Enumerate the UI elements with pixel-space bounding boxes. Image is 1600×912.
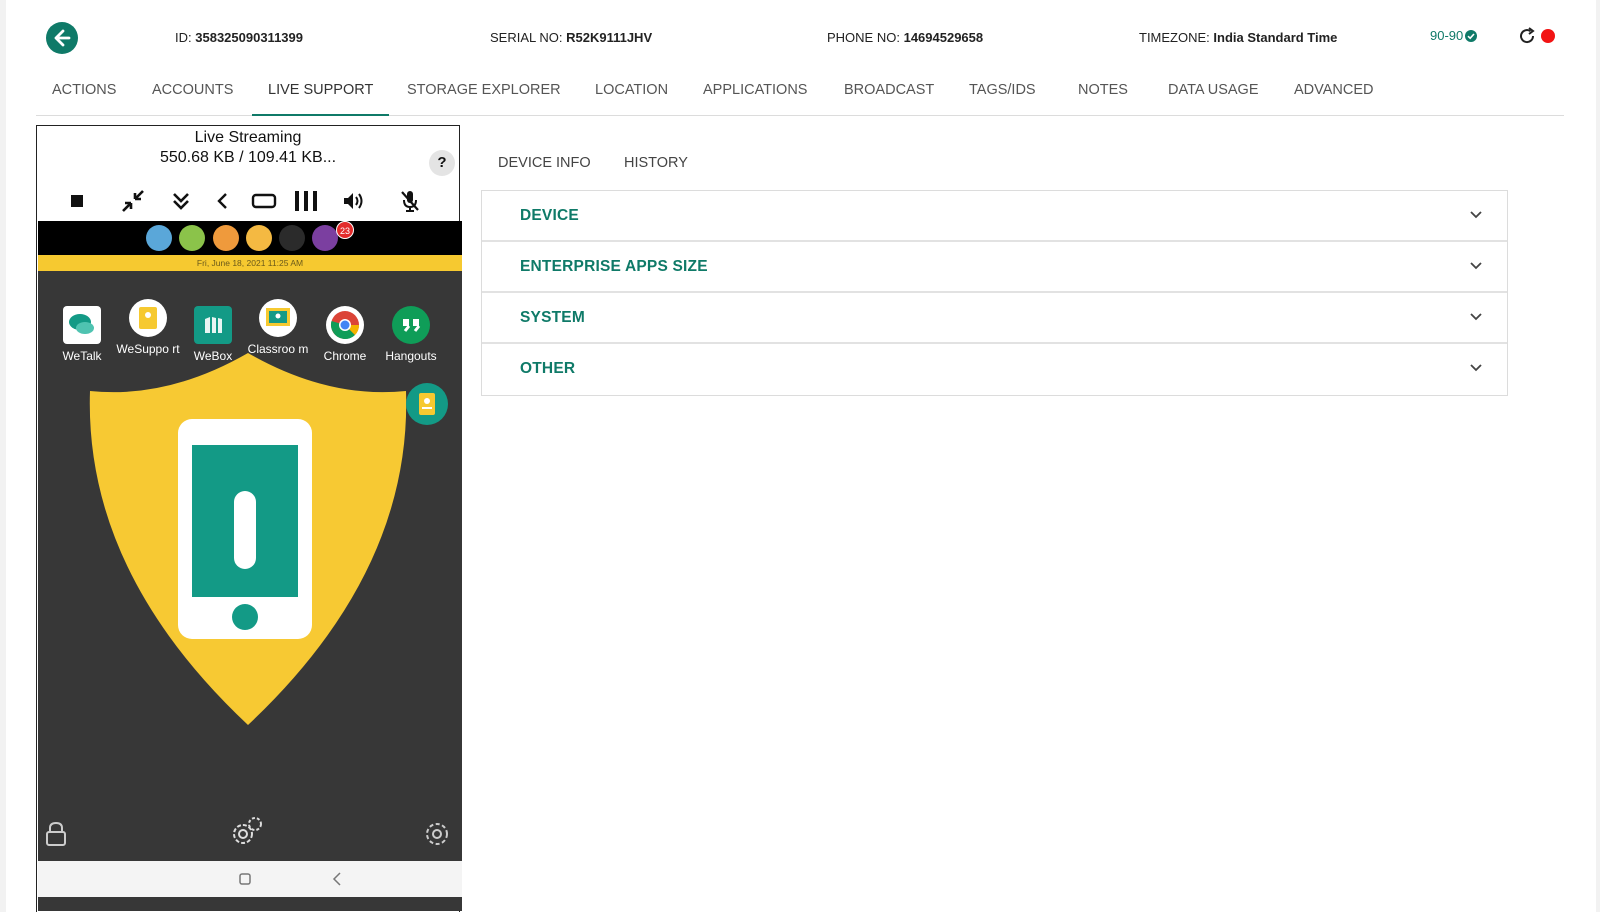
device-date-bar: Fri, June 18, 2021 11:25 AM xyxy=(38,255,462,271)
tab-broadcast[interactable]: BROADCAST xyxy=(828,76,950,116)
volume-icon xyxy=(344,193,363,209)
chevron-down-icon xyxy=(1470,364,1482,372)
scroll-down-button[interactable] xyxy=(166,186,196,216)
notification-badge: 23 xyxy=(336,221,354,239)
back-button[interactable] xyxy=(46,22,78,54)
check-circle-icon xyxy=(1465,29,1478,42)
back-icon xyxy=(217,193,227,209)
support-icon xyxy=(129,299,167,337)
chevron-down-icon xyxy=(1470,211,1482,219)
tab-applications[interactable]: APPLICATIONS xyxy=(687,76,823,116)
chat-icon xyxy=(63,306,101,344)
battery-status-icon xyxy=(279,225,305,251)
window-scrollbar[interactable] xyxy=(1596,0,1600,912)
policy-badge[interactable]: 90-90 xyxy=(1430,28,1478,43)
help-button[interactable]: ? xyxy=(429,150,455,176)
mute-status-icon xyxy=(146,225,172,251)
subtab-device-info[interactable]: DEVICE INFO xyxy=(498,155,591,171)
classroom-icon xyxy=(259,299,297,337)
minimize-icon xyxy=(122,190,144,212)
stop-stream-button[interactable] xyxy=(62,186,92,216)
section-device[interactable]: DEVICE xyxy=(482,191,1507,242)
status-indicator xyxy=(1541,29,1555,43)
live-streaming-title: Live Streaming xyxy=(194,129,302,146)
tab-location[interactable]: LOCATION xyxy=(579,76,684,116)
main-tabs: ACTIONS ACCOUNTS LIVE SUPPORT STORAGE EX… xyxy=(36,76,1564,116)
recent-apps-button[interactable] xyxy=(291,186,321,216)
app-classroom[interactable]: Classroo m xyxy=(246,299,310,356)
device-nav-bar xyxy=(38,861,462,897)
tab-advanced[interactable]: ADVANCED xyxy=(1278,76,1390,116)
section-system[interactable]: SYSTEM xyxy=(482,293,1507,344)
serial-number: SERIAL NO: R52K9111JHV xyxy=(490,30,653,45)
gears-icon[interactable] xyxy=(230,815,264,847)
stop-icon xyxy=(71,195,83,207)
hangouts-icon xyxy=(392,306,430,344)
device-header: ID: 358325090311399 SERIAL NO: R52K9111J… xyxy=(0,0,1600,76)
gear-icon[interactable] xyxy=(424,821,450,847)
scroll-down-icon xyxy=(173,193,189,210)
nav-back-icon[interactable] xyxy=(332,872,342,886)
section-other[interactable]: OTHER xyxy=(482,344,1507,395)
arrow-left-icon xyxy=(54,29,71,47)
chevron-down-icon xyxy=(1470,313,1482,321)
window-left-edge xyxy=(0,0,6,912)
chrome-icon xyxy=(326,306,364,344)
device-id: ID: 358325090311399 xyxy=(175,30,303,45)
device-info-accordion: DEVICE ENTERPRISE APPS SIZE SYSTEM OTHER xyxy=(481,190,1508,396)
tab-actions[interactable]: ACTIONS xyxy=(36,76,132,116)
wesupport-floating-button[interactable] xyxy=(406,383,448,425)
bell-icon xyxy=(312,225,338,251)
wifi-status-icon xyxy=(246,225,272,251)
refresh-icon[interactable] xyxy=(1517,26,1537,46)
live-streaming-panel: Live Streaming 550.68 KB / 109.41 KB... … xyxy=(36,125,462,912)
subtab-history[interactable]: HISTORY xyxy=(624,155,688,171)
device-status-bar: 23 xyxy=(38,221,462,255)
rotate-icon xyxy=(251,193,277,209)
support-icon xyxy=(419,393,435,415)
recent-apps-icon xyxy=(295,191,317,211)
signal-status-icon xyxy=(213,225,239,251)
tab-storage-explorer[interactable]: STORAGE EXPLORER xyxy=(391,76,577,116)
app-wesupport[interactable]: WeSuppo rt xyxy=(116,299,180,356)
chevron-down-icon xyxy=(1470,262,1482,270)
rotate-screen-button[interactable] xyxy=(249,186,279,216)
mic-off-icon xyxy=(401,191,419,212)
device-screen-mirror[interactable]: 23 Fri, June 18, 2021 11:25 AM WeTalk We… xyxy=(38,221,462,911)
tab-live-support[interactable]: LIVE SUPPORT xyxy=(252,76,390,116)
mute-mic-button[interactable] xyxy=(395,186,425,216)
tab-tags-ids[interactable]: TAGS/IDS xyxy=(953,76,1052,116)
device-back-button[interactable] xyxy=(208,186,238,216)
section-enterprise-apps-size[interactable]: ENTERPRISE APPS SIZE xyxy=(482,242,1507,293)
location-status-icon xyxy=(179,225,205,251)
home-icon[interactable] xyxy=(239,873,251,885)
tab-data-usage[interactable]: DATA USAGE xyxy=(1152,76,1275,116)
tab-accounts[interactable]: ACCOUNTS xyxy=(136,76,249,116)
box-icon xyxy=(194,306,232,344)
tab-notes[interactable]: NOTES xyxy=(1062,76,1144,116)
volume-button[interactable] xyxy=(339,186,369,216)
stream-data-usage: 550.68 KB / 109.41 KB... xyxy=(159,149,337,166)
phone-number: PHONE NO: 14694529658 xyxy=(827,30,984,45)
minimize-button[interactable] xyxy=(118,186,148,216)
timezone: TIMEZONE: India Standard Time xyxy=(1139,30,1338,45)
lock-icon[interactable] xyxy=(44,821,68,847)
shield-lock-icon xyxy=(89,353,407,725)
